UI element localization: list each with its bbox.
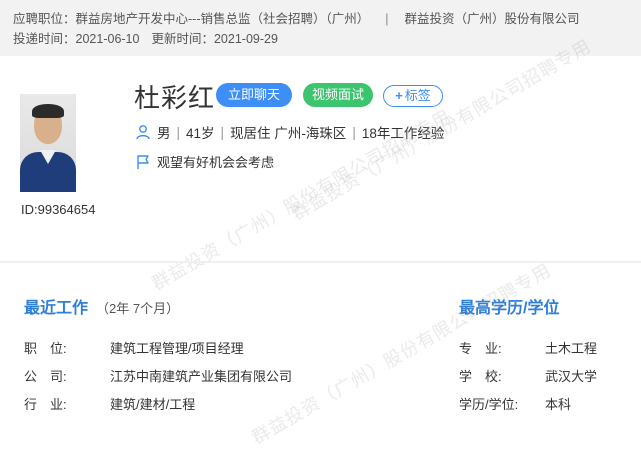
residence: 现居住 广州-海珠区 [230, 126, 347, 141]
age: 41岁 [186, 126, 215, 141]
time-line: 投递时间：2021-06-10 更新时间：2021-09-29 [13, 28, 278, 47]
candidate-avatar [20, 94, 76, 192]
candidate-basic-info: 男 | 41岁 | 现居住 广州-海珠区 | 18年工作经验 [135, 122, 444, 142]
edu-label: 学 校: [459, 369, 502, 384]
work-row-industry: 行 业: 建筑/建材/工程 [24, 394, 195, 413]
work-row-position: 职 位: 建筑工程管理/项目经理 [24, 338, 244, 357]
chat-now-button[interactable]: 立即聊天 [216, 83, 292, 107]
work-label: 职 位: [24, 341, 67, 356]
update-time-label: 更新时间： [151, 32, 214, 46]
edu-row-school: 学 校: 武汉大学 [459, 366, 597, 385]
job-position-line: 应聘职位：群益房地产开发中心---销售总监（社会招聘）（广州） | 群益投资（广州）… [13, 8, 580, 27]
edu-value: 武汉大学 [545, 369, 598, 384]
edu-value: 本科 [545, 397, 572, 412]
recent-work-title: 最近工作 （2年 7个月） [24, 300, 180, 317]
job-info-bar: 应聘职位：群益房地产开发中心---销售总监（社会招聘）（广州） | 群益投资（广州）… [0, 0, 641, 56]
submit-time-label: 投递时间： [13, 32, 76, 46]
gender: 男 [157, 126, 171, 141]
flag-icon [137, 154, 149, 169]
edu-label: 学历/学位: [459, 397, 519, 412]
candidate-profile: ID:99364654 杜彩红 立即聊天 视频面试 + 标签 男 | 41岁 | … [0, 36, 641, 294]
submit-time-value: 2021-06-10 [75, 32, 140, 46]
candidate-id: ID:99364654 [21, 202, 96, 217]
job-status-text: 观望有好机会会考虑 [157, 155, 275, 170]
company-name[interactable]: 群益投资（广州）股份有限公司 [405, 12, 580, 26]
person-icon [136, 125, 150, 140]
work-experience: 18年工作经验 [361, 126, 445, 141]
work-label: 公 司: [24, 369, 67, 384]
work-row-company: 公 司: 江苏中南建筑产业集团有限公司 [24, 366, 292, 385]
work-value: 建筑/建材/工程 [110, 397, 196, 412]
video-interview-button[interactable]: 视频面试 [303, 83, 373, 107]
work-value: 江苏中南建筑产业集团有限公司 [110, 369, 293, 384]
position-value[interactable]: 群益房地产开发中心---销售总监（社会招聘）（广州） [76, 12, 370, 26]
work-duration: （2年 7个月） [96, 301, 180, 316]
add-tag-button[interactable]: + 标签 [383, 85, 443, 107]
plus-icon: + [395, 88, 403, 103]
edu-row-degree: 学历/学位: 本科 [459, 394, 571, 413]
update-time-value: 2021-09-29 [213, 32, 278, 46]
work-value: 建筑工程管理/项目经理 [110, 341, 244, 356]
education-title: 最高学历/学位 [459, 300, 560, 317]
section-divider [0, 261, 641, 263]
position-label: 应聘职位： [13, 12, 76, 26]
header-separator: | [385, 12, 389, 26]
candidate-name: 杜彩红 [134, 83, 216, 113]
edu-label: 专 业: [459, 341, 502, 356]
edu-value: 土木工程 [545, 341, 598, 356]
edu-row-major: 专 业: 土木工程 [459, 338, 597, 357]
job-status: 观望有好机会会考虑 [135, 152, 274, 171]
add-tag-label: 标签 [404, 88, 431, 103]
work-label: 行 业: [24, 397, 67, 412]
